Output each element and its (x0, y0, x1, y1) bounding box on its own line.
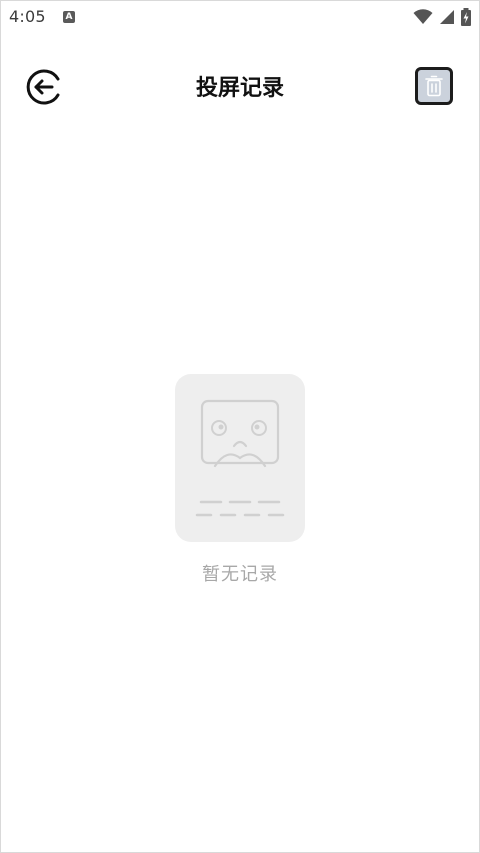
android-a-icon: A (63, 11, 75, 23)
delete-button[interactable] (415, 67, 453, 105)
status-bar: 4:05 A (1, 1, 479, 33)
header: 投屏记录 (1, 57, 479, 117)
signal-icon (440, 10, 454, 24)
sad-face-empty-icon (195, 399, 285, 517)
empty-illustration-card (175, 374, 305, 542)
trash-icon (425, 75, 443, 97)
wifi-icon (413, 9, 433, 24)
page-title: 投屏记录 (195, 76, 284, 101)
empty-state: 暂无记录 (1, 374, 479, 586)
status-icons (413, 8, 471, 26)
battery-charging-icon (461, 8, 471, 26)
empty-message: 暂无记录 (202, 564, 278, 585)
screen: 4:05 A 投屏记录 暂无记录 (0, 0, 480, 853)
status-time: 4:05 (9, 7, 46, 26)
